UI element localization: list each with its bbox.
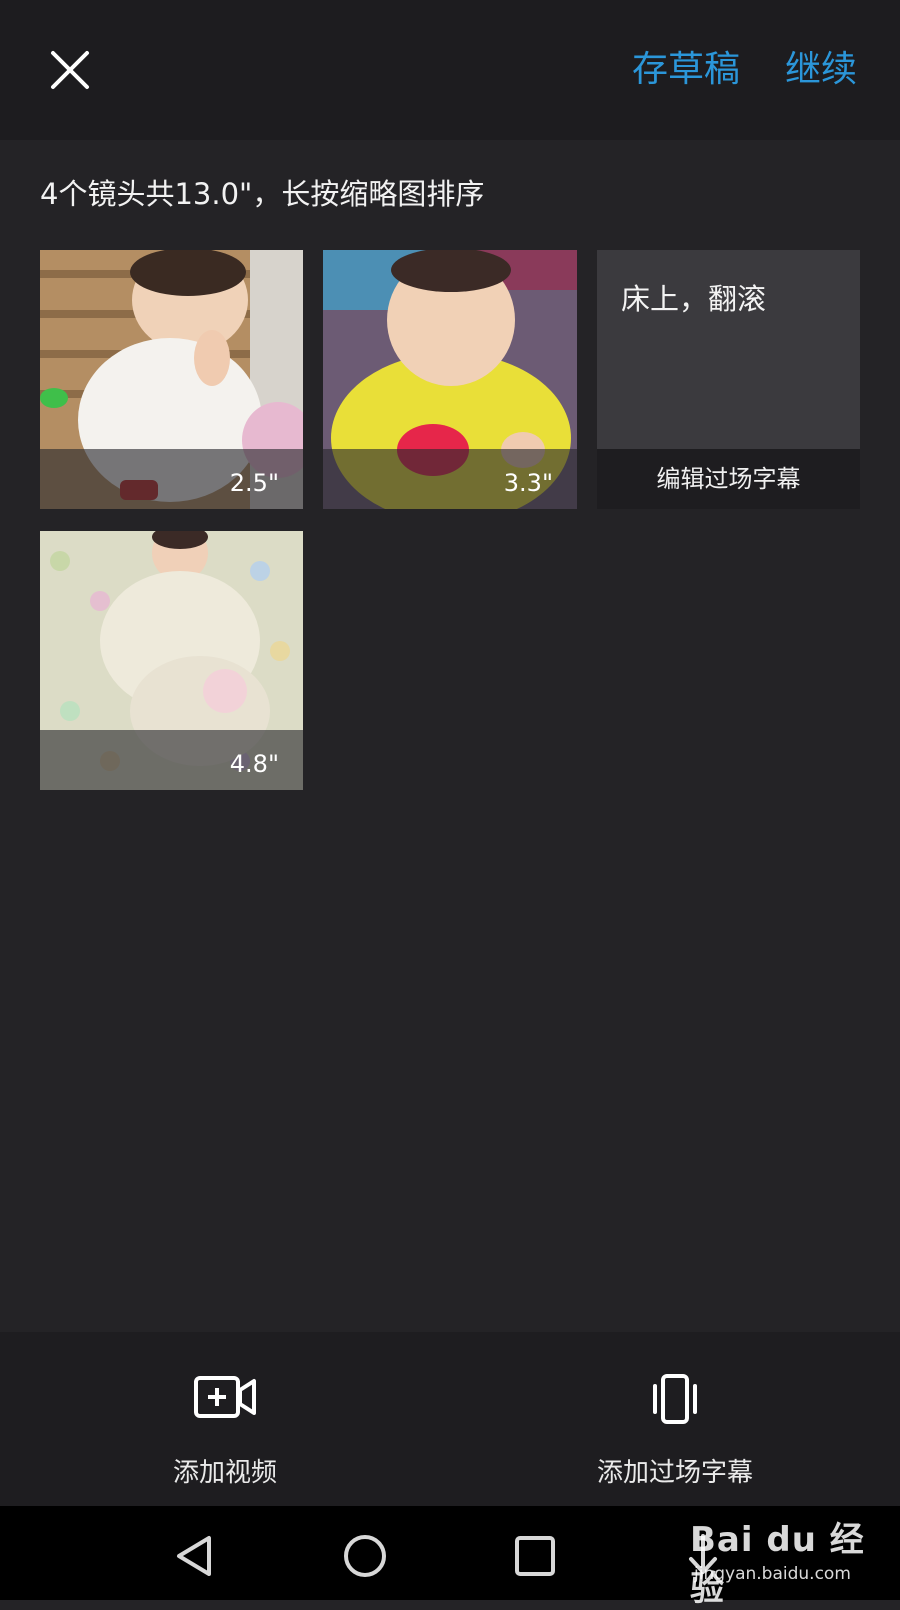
clip-thumbnail-4[interactable]: 4.8" [40,531,303,790]
watermark-url: jingyan.baidu.com [694,1564,851,1584]
clip-summary-text: 4个镜头共13.0"，长按缩略图排序 [40,177,485,211]
video-camera-plus-icon [194,1376,256,1418]
nav-home-button[interactable] [335,1526,395,1586]
add-caption-label: 添加过场字幕 [596,1458,753,1488]
clip-duration-bar: 4.8" [40,730,303,790]
clip-thumbnail-1[interactable]: 2.5" [40,250,303,509]
caption-text: 床上，翻滚 [621,282,767,316]
bottom-action-bar: 添加视频 添加过场字幕 [0,1332,900,1506]
clip-duration-bar: 2.5" [40,449,303,509]
caption-card[interactable]: 床上，翻滚 编辑过场字幕 [597,250,860,509]
nav-recent-button[interactable] [505,1526,565,1586]
clip-duration-1: 2.5" [229,469,279,497]
nav-recent-icon [515,1536,555,1576]
nav-back-icon [177,1536,211,1576]
close-button[interactable] [40,40,100,100]
add-video-button[interactable]: 添加视频 [75,1332,375,1506]
clip-thumbnail-2[interactable]: 3.3" [323,250,577,509]
add-caption-button[interactable]: 添加过场字幕 [525,1332,825,1506]
add-video-label: 添加视频 [172,1458,277,1488]
edit-caption-button[interactable]: 编辑过场字幕 [597,449,860,509]
phone-vibrate-icon [653,1374,697,1424]
nav-back-button[interactable] [165,1526,225,1586]
top-bar: 存草稿 继续 [0,0,900,140]
watermark: Bai du 经验 jingyan.baidu.com [690,1508,890,1609]
clip-duration-4: 4.8" [229,750,279,778]
save-draft-button[interactable]: 存草稿 [632,44,740,96]
continue-button[interactable]: 继续 [785,44,857,96]
watermark-logo: Bai du 经验 [690,1520,865,1609]
close-icon [51,51,89,89]
nav-home-icon [344,1535,386,1577]
clip-duration-bar: 3.3" [323,449,577,509]
clip-duration-2: 3.3" [503,469,553,497]
